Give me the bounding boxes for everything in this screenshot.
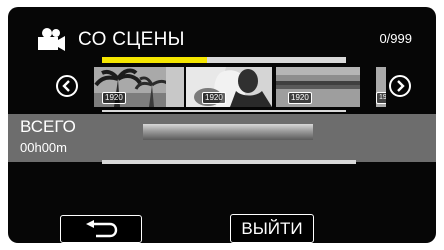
return-arrow-icon [86, 220, 118, 238]
page-title: СО СЦЕНЫ [78, 29, 185, 50]
total-panel: ВСЕГО 00h00m [8, 114, 436, 162]
strip-divider [102, 110, 346, 112]
thumbnail-strip: 1920 1920 1920 [94, 67, 362, 107]
total-meter [143, 124, 313, 140]
next-button[interactable] [389, 75, 411, 97]
thumbnail-label: 1920 [102, 92, 126, 104]
people-scene-image [186, 67, 272, 107]
back-button[interactable] [60, 215, 142, 243]
bottom-divider [102, 160, 356, 164]
movie-camera-icon [38, 28, 65, 51]
thumbnail-label: 19 [376, 92, 386, 104]
prev-button[interactable] [56, 75, 78, 97]
thumbnail-label: 1920 [202, 92, 226, 104]
thumbnail-label: 1920 [288, 92, 312, 104]
header: СО СЦЕНЫ 0/999 [8, 7, 436, 65]
chevron-left-icon [62, 80, 70, 92]
total-time: 00h00m [20, 140, 67, 155]
thumbnail-1[interactable]: 1920 [94, 67, 184, 107]
thumbnail-3[interactable]: 1920 [276, 67, 360, 107]
thumbnail-4[interactable]: 19 [376, 67, 386, 107]
thumbnail-2[interactable]: 1920 [186, 67, 272, 107]
selection-progress-fill [102, 57, 207, 63]
total-label: ВСЕГО [20, 117, 76, 136]
camera-screen: СО СЦЕНЫ 0/999 1920 1920 1920 19 ВСЕГО 0… [8, 7, 436, 243]
selection-progress-bar [102, 57, 346, 63]
scene-counter: 0/999 [379, 31, 412, 46]
chevron-right-icon [397, 80, 405, 92]
exit-button[interactable]: ВЫЙТИ [230, 214, 314, 243]
